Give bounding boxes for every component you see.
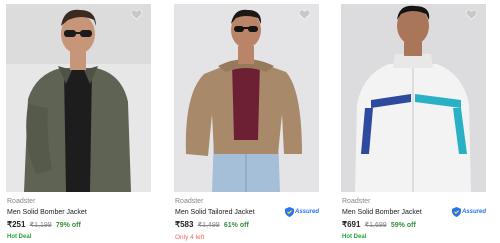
product-title[interactable]: Men Solid Tailored Jacket: [175, 209, 255, 216]
product-card[interactable]: Roadster Men Solid Bomber Jacket ₹251 ₹1…: [6, 0, 151, 243]
discount-percent: 59% off: [390, 222, 416, 229]
assured-shield-icon: [284, 207, 294, 217]
selling-price: ₹691: [342, 220, 361, 229]
stock-left-badge: Only 4 left: [175, 234, 205, 241]
product-card[interactable]: Roadster Men Solid Bomber Jacket Assured…: [341, 0, 486, 243]
product-brand: Roadster: [342, 198, 371, 205]
hot-deal-badge: Hot Deal: [342, 234, 367, 240]
wishlist-heart-icon[interactable]: [130, 8, 143, 21]
original-price: ₹1,199: [29, 222, 52, 229]
assured-badge: Assured: [451, 207, 486, 217]
product-card[interactable]: Roadster Men Solid Tailored Jacket Assur…: [174, 0, 319, 243]
selling-price: ₹251: [7, 220, 26, 229]
discount-percent: 79% off: [55, 222, 81, 229]
assured-shield-icon: [451, 207, 461, 217]
product-image[interactable]: [6, 4, 151, 192]
discount-percent: 61% off: [223, 222, 249, 229]
product-brand: Roadster: [175, 198, 204, 205]
price-row: ₹251 ₹1,199 79% off: [7, 220, 81, 229]
product-image[interactable]: [174, 4, 319, 192]
wishlist-heart-icon[interactable]: [298, 8, 311, 21]
product-image[interactable]: [341, 4, 486, 192]
hot-deal-badge: Hot Deal: [7, 234, 32, 240]
original-price: ₹1,499: [197, 222, 220, 229]
selling-price: ₹583: [175, 220, 194, 229]
assured-label: Assured: [461, 209, 486, 215]
assured-label: Assured: [294, 209, 319, 215]
product-title[interactable]: Men Solid Bomber Jacket: [7, 209, 87, 216]
wishlist-heart-icon[interactable]: [465, 8, 478, 21]
assured-badge: Assured: [284, 207, 319, 217]
product-brand: Roadster: [7, 198, 36, 205]
price-row: ₹691 ₹1,699 59% off: [342, 220, 416, 229]
price-row: ₹583 ₹1,499 61% off: [175, 220, 249, 229]
original-price: ₹1,699: [364, 222, 387, 229]
product-title[interactable]: Men Solid Bomber Jacket: [342, 209, 422, 216]
